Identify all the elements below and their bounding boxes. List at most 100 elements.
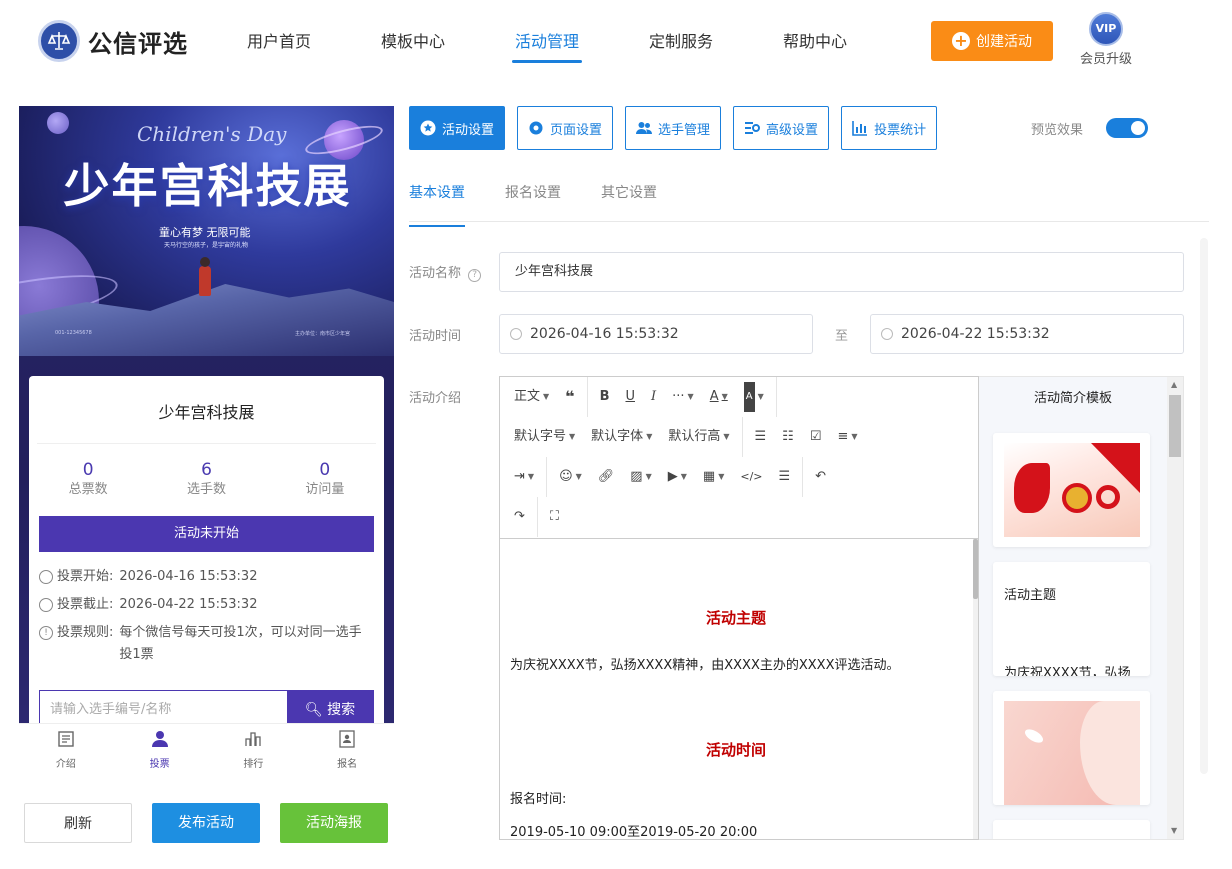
page-settings-button[interactable]: 页面设置 <box>517 106 614 150</box>
stat-label: 选手数 <box>186 482 226 497</box>
tab-other-settings[interactable]: 其它设置 <box>601 170 657 221</box>
scroll-up-icon[interactable]: ▲ <box>1171 380 1177 389</box>
template-card[interactable]: 活动主题 为庆祝XXXX节，弘扬 <box>993 562 1150 676</box>
table-dropdown[interactable]: ▦ ▼ <box>695 462 732 492</box>
tab-basic-settings[interactable]: 基本设置 <box>409 170 465 227</box>
quote-icon[interactable]: ❝ <box>557 382 582 412</box>
nav-home[interactable]: 用户首页 <box>212 0 346 85</box>
vote-rule-value: 每个微信号每天可投1次，可以对同一选手投1票 <box>119 625 362 662</box>
more-formats-dropdown[interactable]: ··· ▼ <box>664 382 702 412</box>
align-dropdown[interactable]: ≡ ▼ <box>829 422 865 452</box>
divider-icon[interactable]: ☰ <box>771 462 799 492</box>
moon-decoration <box>47 112 69 134</box>
publish-activity-button[interactable]: 发布活动 <box>152 803 260 843</box>
info-icon: ! <box>39 626 53 640</box>
template-card[interactable] <box>993 691 1150 805</box>
image-dropdown[interactable]: ▨ ▼ <box>622 462 659 492</box>
activity-name-label: 活动名称 ? <box>409 262 482 282</box>
line-height-dropdown[interactable]: 默认行高 ▼ <box>660 422 737 452</box>
tab-signup[interactable]: 报名 <box>300 724 394 773</box>
tab-intro-label: 介绍 <box>55 759 76 770</box>
document-icon <box>58 731 74 747</box>
banner-script-text: Children's Day <box>137 122 287 146</box>
stat-total-votes: 0 总票数 <box>29 460 147 506</box>
vote-end-row: 投票截止: 2026-04-22 15:53:32 <box>39 594 374 616</box>
advanced-settings-button[interactable]: 高级设置 <box>733 106 830 150</box>
bullet-list-icon[interactable]: ☰ <box>747 422 775 452</box>
vote-start-label: 投票开始: <box>57 569 114 584</box>
vip-upgrade[interactable]: VIP 会员升级 <box>1078 12 1134 67</box>
create-activity-button[interactable]: + 创建活动 <box>931 21 1053 61</box>
activity-settings-button[interactable]: 活动设置 <box>409 106 506 150</box>
preview-effect-toggle[interactable] <box>1106 118 1148 138</box>
undo-icon[interactable]: ↶ <box>807 462 834 492</box>
bold-icon[interactable]: B <box>592 382 618 412</box>
page-settings-label: 页面设置 <box>550 122 603 138</box>
fullscreen-icon[interactable]: ⛶ <box>542 502 567 532</box>
numbered-list-icon[interactable]: ☷ <box>774 422 802 452</box>
font-color-dropdown[interactable]: A ▼ <box>702 382 736 412</box>
template-card[interactable] <box>993 433 1150 547</box>
mobile-tabbar: 介绍 投票 排行 报名 <box>19 723 394 773</box>
end-time-input[interactable]: 2026-04-22 15:53:32 <box>870 314 1184 354</box>
todo-list-icon[interactable]: ☑ <box>802 422 830 452</box>
redo-icon[interactable]: ↷ <box>506 502 533 532</box>
brand-name: 公信评选 <box>88 29 188 58</box>
nav-templates[interactable]: 模板中心 <box>346 0 480 85</box>
banner-tagline: 天马行空的孩子，是宇宙的礼物 <box>164 242 249 249</box>
scroll-down-icon[interactable]: ▼ <box>1171 826 1177 835</box>
template-card[interactable] <box>993 820 1150 839</box>
video-dropdown[interactable]: ▶ ▼ <box>660 462 695 492</box>
nav-custom-service[interactable]: 定制服务 <box>614 0 748 85</box>
settings-toolbar: 活动设置 页面设置 选手管理 高级设置 投票统计 <box>409 106 949 150</box>
search-button-label: 搜索 <box>327 702 356 718</box>
tab-vote[interactable]: 投票 <box>113 724 207 773</box>
bold-glyph: B <box>599 389 610 404</box>
indent-dropdown[interactable]: ⇥ ▼ <box>506 462 542 492</box>
contestant-manage-label: 选手管理 <box>658 122 711 138</box>
background-color-dropdown[interactable]: A ▼ <box>736 382 772 412</box>
underline-icon[interactable]: U <box>617 382 643 412</box>
start-time-input[interactable]: 2026-04-16 15:53:32 <box>499 314 813 354</box>
template-card-title: 活动主题 <box>1004 588 1057 603</box>
code-icon[interactable]: </> <box>732 462 770 492</box>
nav-help[interactable]: 帮助中心 <box>748 0 882 85</box>
vote-end-value: 2026-04-22 15:53:32 <box>119 597 258 612</box>
editor-content[interactable]: 活动主题 为庆祝XXXX节，弘扬XXXX精神，由XXXX主办的XXXX评选活动。… <box>500 539 972 839</box>
tab-signup-settings[interactable]: 报名设置 <box>505 170 561 221</box>
contestant-manage-button[interactable]: 选手管理 <box>625 106 722 150</box>
vote-stats-button[interactable]: 投票统计 <box>841 106 938 150</box>
date-range-separator: 至 <box>835 329 849 344</box>
stats-row: 0 总票数 6 选手数 0 访问量 <box>29 444 384 506</box>
editor-scrollbar[interactable] <box>973 539 978 839</box>
help-icon[interactable]: ? <box>468 269 482 282</box>
scroll-thumb[interactable] <box>1169 395 1181 457</box>
italic-icon[interactable]: I <box>643 382 664 412</box>
nav-activity-manage[interactable]: 活动管理 <box>480 0 614 85</box>
content-heading-theme: 活动主题 <box>705 609 766 627</box>
search-button[interactable]: 🔍︎ 搜索 <box>287 691 373 723</box>
preview-actions: 刷新 发布活动 活动海报 <box>24 803 408 843</box>
activity-poster-button[interactable]: 活动海报 <box>280 803 388 843</box>
font-size-dropdown[interactable]: 默认字号 ▼ <box>506 422 583 452</box>
sliders-icon <box>745 122 761 134</box>
clock-icon <box>510 328 522 340</box>
templates-scrollbar[interactable]: ▲ ▼ <box>1167 377 1183 839</box>
quote-glyph: ❝ <box>565 387 575 406</box>
activity-name-input[interactable]: 少年宫科技展 <box>499 252 1184 292</box>
activity-status-bar: 活动未开始 <box>39 516 374 552</box>
refresh-button[interactable]: 刷新 <box>24 803 132 843</box>
paragraph-style-dropdown[interactable]: 正文 ▼ <box>506 382 557 412</box>
font-family-dropdown[interactable]: 默认字体 ▼ <box>583 422 660 452</box>
font-family-label: 默认字体 <box>591 429 644 444</box>
emoji-dropdown[interactable]: ☺ ▼ <box>551 462 590 492</box>
page-scrollbar[interactable] <box>1200 238 1208 774</box>
more-glyph: ··· <box>672 389 685 404</box>
tab-intro[interactable]: 介绍 <box>19 724 113 773</box>
tab-ranking[interactable]: 排行 <box>207 724 301 773</box>
contestant-search-input[interactable]: 请输入选手编号/名称 <box>40 691 287 723</box>
template-thumbnail-festive <box>1004 443 1140 537</box>
brand-logo[interactable]: 公信评选 <box>38 20 188 62</box>
link-icon[interactable]: 🔗︎ <box>590 462 623 492</box>
activity-info-card: 少年宫科技展 0 总票数 6 选手数 0 访问量 活动未开始 投票开始: 202… <box>29 376 384 723</box>
